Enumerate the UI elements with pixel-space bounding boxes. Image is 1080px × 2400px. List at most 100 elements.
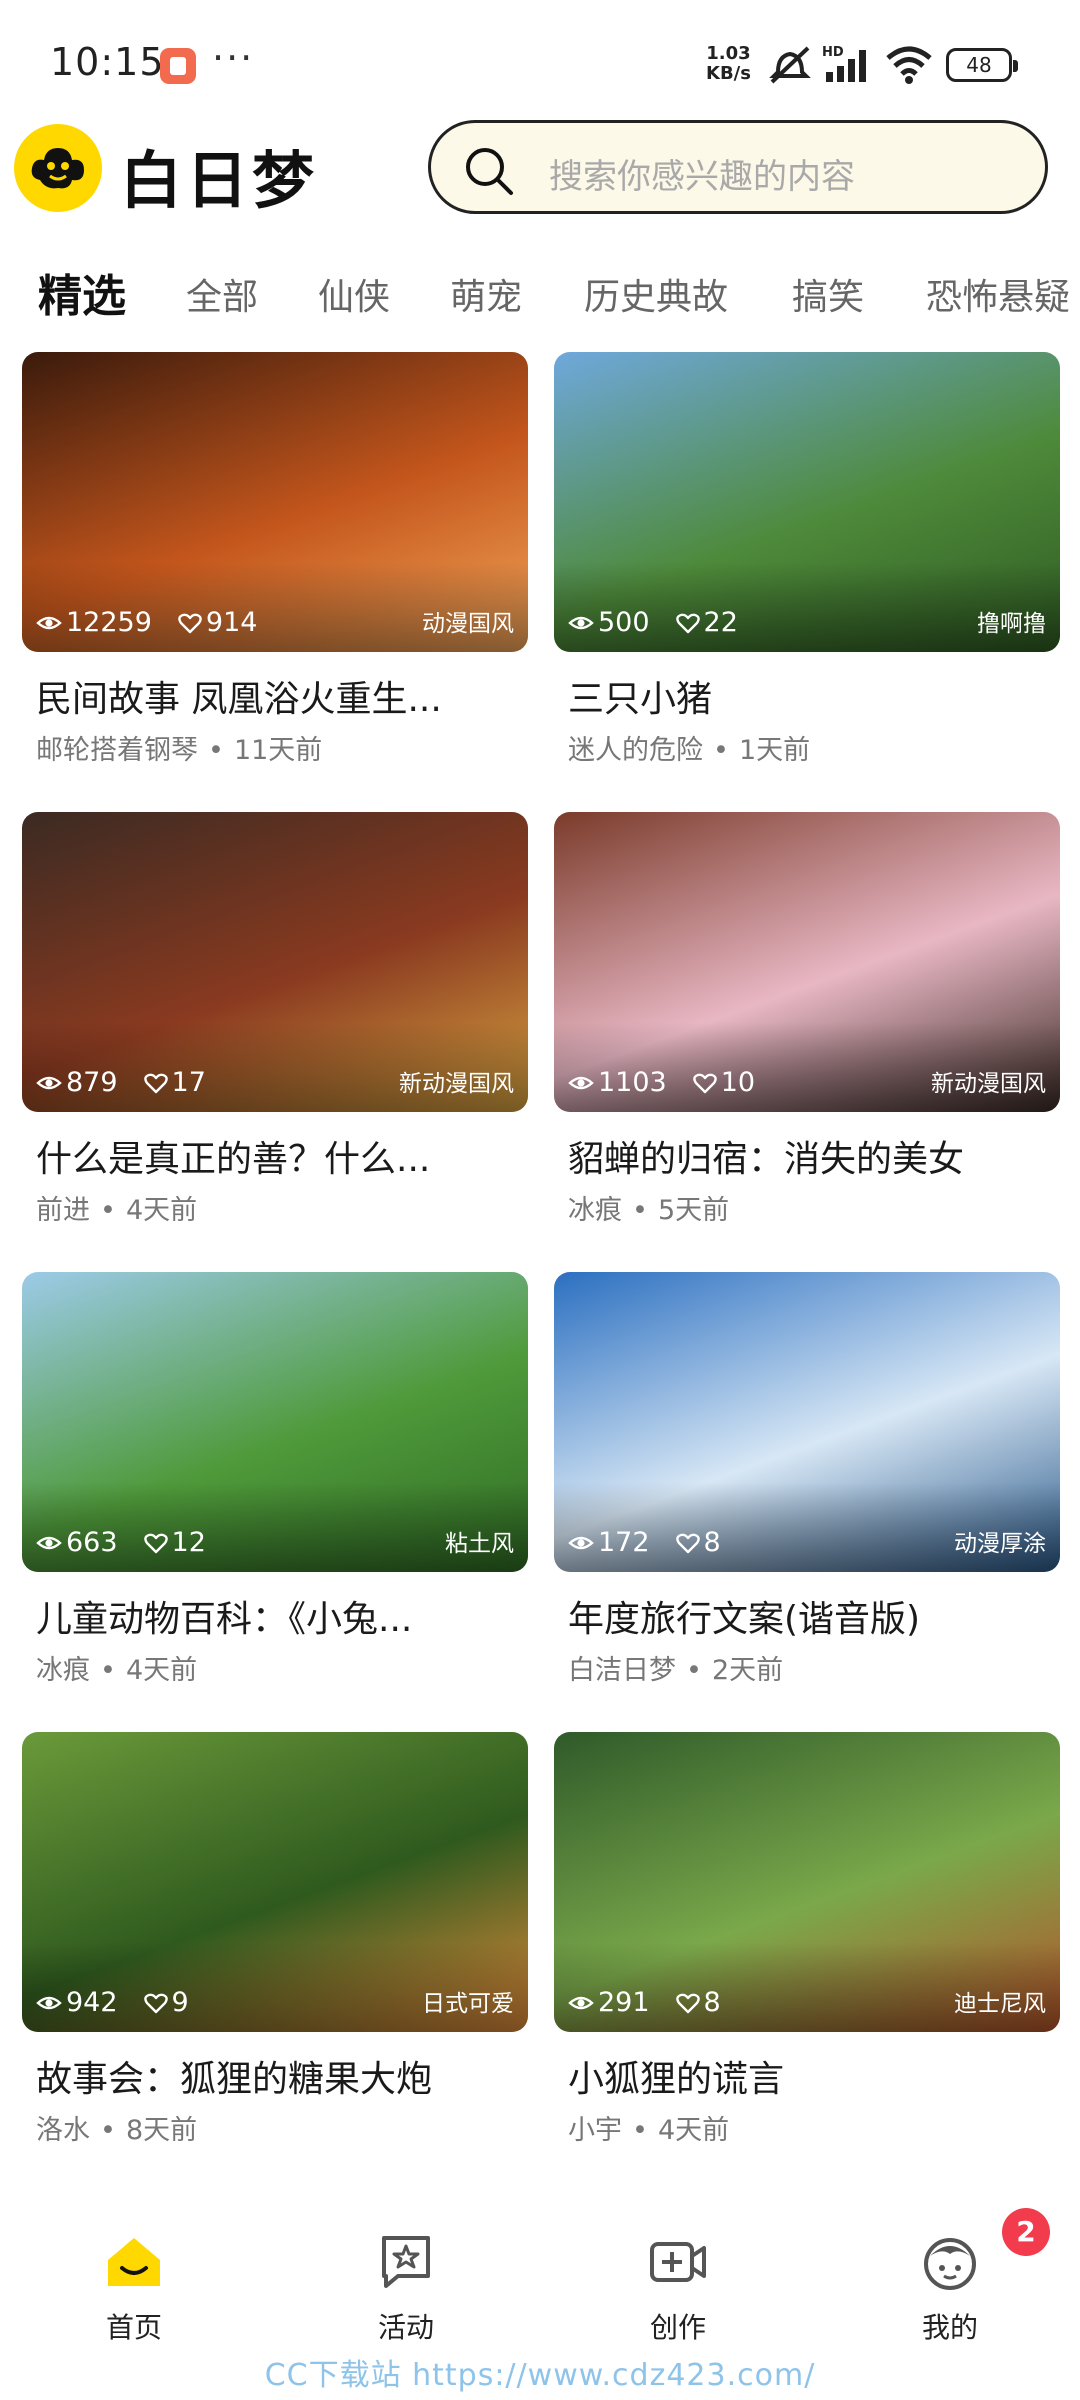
story-thumbnail[interactable]: 12259 914 动漫国风 bbox=[22, 352, 528, 652]
view-count: 291 bbox=[568, 1987, 650, 2018]
signal-icon: HD bbox=[822, 45, 866, 82]
tab-cute-pets[interactable]: 萌宠 bbox=[450, 268, 522, 320]
story-meta: 冰痕 • 5天前 bbox=[568, 1188, 729, 1227]
story-stats: 879 17 bbox=[36, 1067, 232, 1098]
story-card[interactable]: 879 17 新动漫国风什么是真正的善？什么... 前进 • 4天前 bbox=[22, 812, 528, 1252]
author-name[interactable]: 白洁日梦 bbox=[568, 1655, 676, 1686]
eye-icon bbox=[36, 616, 62, 629]
story-title[interactable]: 年度旅行文案(谐音版) bbox=[568, 1590, 1048, 1642]
view-count: 1103 bbox=[568, 1067, 667, 1098]
author-name[interactable]: 冰痕 bbox=[36, 1655, 90, 1686]
tab-history[interactable]: 历史典故 bbox=[584, 268, 728, 320]
story-stats: 942 9 bbox=[36, 1987, 215, 2018]
meta-separator: • bbox=[686, 1655, 702, 1686]
nav-activity[interactable]: 活动 bbox=[346, 2230, 466, 2346]
status-time: 10:15 bbox=[50, 40, 165, 84]
author-name[interactable]: 前进 bbox=[36, 1195, 90, 1226]
search-input[interactable]: 搜索你感兴趣的内容 bbox=[428, 120, 1048, 214]
story-title[interactable]: 三只小猪 bbox=[568, 670, 1048, 722]
story-card[interactable]: 172 8 动漫厚涂 年度旅行文案(谐音版) 白洁日梦 • 2天前 bbox=[554, 1272, 1060, 1712]
tab-featured[interactable]: 精选 bbox=[38, 260, 126, 324]
like-count: 8 bbox=[675, 1527, 721, 1558]
meta-separator: • bbox=[632, 2115, 648, 2146]
tab-funny[interactable]: 搞笑 bbox=[792, 268, 864, 320]
story-meta: 白洁日梦 • 2天前 bbox=[568, 1648, 783, 1687]
author-name[interactable]: 冰痕 bbox=[568, 1195, 622, 1226]
home-icon bbox=[108, 2238, 160, 2286]
view-count: 172 bbox=[568, 1527, 650, 1558]
story-title[interactable]: 民间故事 凤凰浴火重生... bbox=[36, 670, 516, 722]
heart-icon bbox=[143, 1533, 168, 1553]
heart-icon bbox=[675, 613, 700, 633]
post-time: 8天前 bbox=[125, 2115, 198, 2146]
profile-icon bbox=[924, 2238, 976, 2290]
tab-xianxia[interactable]: 仙侠 bbox=[318, 268, 390, 320]
story-card[interactable]: 291 8 迪士尼风小狐狸的谎言小宇 • 4天前 bbox=[554, 1732, 1060, 2172]
post-time: 2天前 bbox=[711, 1655, 784, 1686]
mute-bell-icon bbox=[769, 46, 811, 84]
story-meta: 迷人的危险 • 1天前 bbox=[568, 728, 810, 767]
story-stats: 500 22 bbox=[568, 607, 764, 638]
svg-text:HD: HD bbox=[822, 45, 844, 60]
story-thumbnail[interactable]: 879 17 新动漫国风 bbox=[22, 812, 528, 1112]
story-card[interactable]: 500 22 撸啊撸三只小猪迷人的危险 • 1天前 bbox=[554, 352, 1060, 792]
like-count: 17 bbox=[143, 1067, 206, 1098]
more-notifications-icon: ··· bbox=[212, 36, 255, 80]
post-time: 4天前 bbox=[125, 1655, 198, 1686]
story-card[interactable]: 942 9 日式可爱故事会：狐狸的糖果大炮洛水 • 8天前 bbox=[22, 1732, 528, 2172]
style-tag: 新动漫国风 bbox=[399, 1071, 514, 1097]
story-thumbnail[interactable]: 1103 10 新动漫国风 bbox=[554, 812, 1060, 1112]
story-thumbnail[interactable]: 663 12 粘土风 bbox=[22, 1272, 528, 1572]
story-card[interactable]: 12259 914 动漫国风 民间故事 凤凰浴火重生... 邮轮搭着钢琴 • 11天前 bbox=[22, 352, 528, 792]
view-count: 663 bbox=[36, 1527, 118, 1558]
author-name[interactable]: 迷人的危险 bbox=[568, 735, 703, 766]
post-time: 4天前 bbox=[657, 2115, 730, 2146]
story-meta: 冰痕 • 4天前 bbox=[36, 1648, 197, 1687]
like-count: 12 bbox=[143, 1527, 206, 1558]
style-tag: 动漫国风 bbox=[422, 611, 514, 637]
post-time: 1天前 bbox=[738, 735, 811, 766]
heart-icon bbox=[143, 1993, 168, 2013]
style-tag: 迪士尼风 bbox=[954, 1991, 1046, 2017]
meta-separator: • bbox=[100, 1655, 116, 1686]
author-name[interactable]: 小宇 bbox=[568, 2115, 622, 2146]
tab-horror-suspense[interactable]: 恐怖悬疑 bbox=[926, 268, 1070, 320]
like-count: 8 bbox=[675, 1987, 721, 2018]
app-logo bbox=[14, 124, 102, 212]
story-thumbnail[interactable]: 500 22 撸啊撸 bbox=[554, 352, 1060, 652]
story-title[interactable]: 貂蝉的归宿：消失的美女 bbox=[568, 1130, 1048, 1182]
nav-profile[interactable]: 我的 bbox=[890, 2230, 1010, 2346]
nav-create[interactable]: 创作 bbox=[618, 2230, 738, 2346]
story-title[interactable]: 儿童动物百科：《小兔... bbox=[36, 1590, 516, 1642]
like-count: 914 bbox=[178, 607, 257, 638]
eye-icon bbox=[568, 1536, 594, 1549]
eye-icon bbox=[568, 1076, 594, 1089]
eye-icon bbox=[568, 1996, 594, 2009]
story-title[interactable]: 小狐狸的谎言 bbox=[568, 2050, 1048, 2102]
story-stats: 172 8 bbox=[568, 1527, 747, 1558]
story-card[interactable]: 1103 10 新动漫国风 貂蝉的归宿：消失的美女 冰痕 • 5天前 bbox=[554, 812, 1060, 1252]
view-count: 12259 bbox=[36, 607, 152, 638]
story-stats: 663 12 bbox=[36, 1527, 232, 1558]
story-thumbnail[interactable]: 172 8 动漫厚涂 bbox=[554, 1272, 1060, 1572]
heart-icon bbox=[675, 1993, 700, 2013]
like-count: 9 bbox=[143, 1987, 189, 2018]
story-thumbnail[interactable]: 942 9 日式可爱 bbox=[22, 1732, 528, 2032]
story-thumbnail[interactable]: 291 8 迪士尼风 bbox=[554, 1732, 1060, 2032]
like-count: 10 bbox=[692, 1067, 755, 1098]
notification-app-icon bbox=[160, 48, 196, 84]
story-title[interactable]: 什么是真正的善？什么... bbox=[36, 1130, 516, 1182]
tab-all[interactable]: 全部 bbox=[186, 268, 258, 320]
nav-home[interactable]: 首页 bbox=[74, 2230, 194, 2346]
notification-badge: 2 bbox=[1002, 2208, 1050, 2256]
author-name[interactable]: 邮轮搭着钢琴 bbox=[36, 735, 198, 766]
story-stats: 1103 10 bbox=[568, 1067, 781, 1098]
story-card[interactable]: 663 12 粘土风 儿童动物百科：《小兔... 冰痕 • 4天前 bbox=[22, 1272, 528, 1712]
eye-icon bbox=[568, 616, 594, 629]
bottom-nav: 首页 活动 创作 我的 bbox=[0, 2210, 1080, 2350]
meta-separator: • bbox=[100, 2115, 116, 2146]
heart-icon bbox=[692, 1073, 717, 1093]
author-name[interactable]: 洛水 bbox=[36, 2115, 90, 2146]
story-title[interactable]: 故事会：狐狸的糖果大炮 bbox=[36, 2050, 516, 2102]
story-meta: 前进 • 4天前 bbox=[36, 1188, 197, 1227]
